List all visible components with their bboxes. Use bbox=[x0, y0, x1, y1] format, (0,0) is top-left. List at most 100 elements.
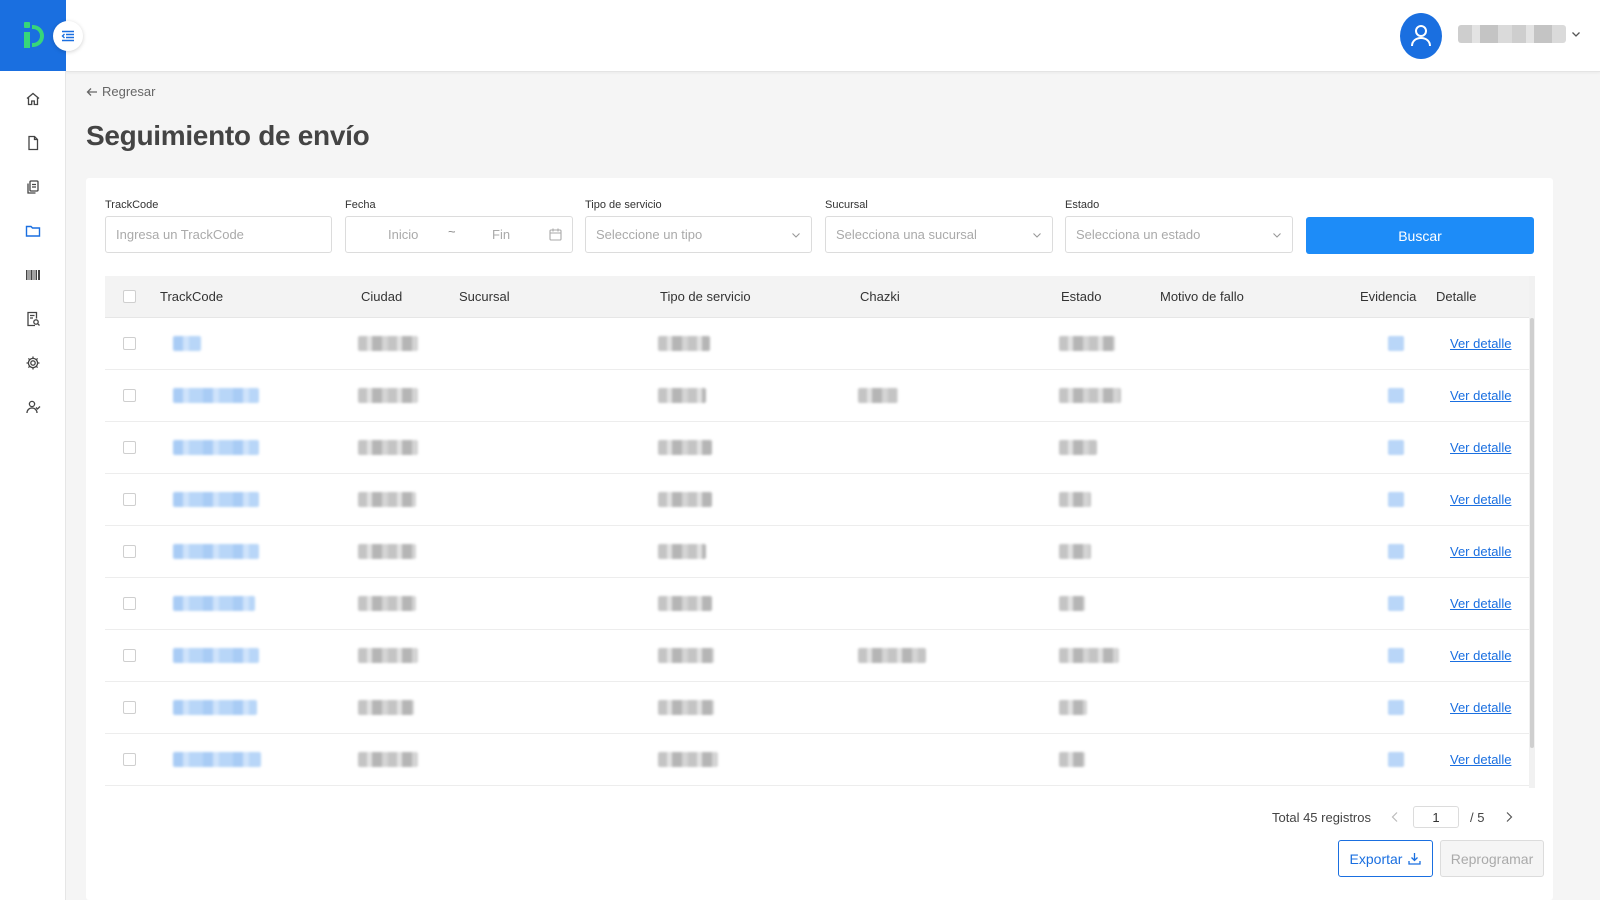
table-row[interactable]: Ver detalle bbox=[105, 422, 1533, 474]
chevron-right-icon[interactable] bbox=[1504, 811, 1514, 823]
evidence-thumbnail-redacted[interactable] bbox=[1388, 492, 1404, 507]
filter-fecha: Fecha Inicio ~ Fin bbox=[345, 198, 573, 253]
date-end-placeholder[interactable]: Fin bbox=[492, 227, 510, 242]
shipment-tracking-card: TrackCode Fecha Inicio ~ Fin Tipo de ser… bbox=[86, 178, 1553, 900]
table-row[interactable]: Ver detalle bbox=[105, 474, 1533, 526]
collapse-sidebar-button[interactable] bbox=[53, 21, 83, 51]
evidence-thumbnail-redacted[interactable] bbox=[1388, 752, 1404, 767]
trackcode-link-redacted[interactable] bbox=[173, 752, 261, 767]
sucursal-label: Sucursal bbox=[825, 199, 868, 211]
tipo-servicio-cell-redacted bbox=[658, 752, 718, 767]
row-checkbox[interactable] bbox=[123, 337, 136, 350]
date-start-placeholder[interactable]: Inicio bbox=[388, 227, 418, 242]
ciudad-cell-redacted bbox=[358, 648, 418, 663]
view-detail-link[interactable]: Ver detalle bbox=[1450, 544, 1511, 559]
evidence-thumbnail-redacted[interactable] bbox=[1388, 648, 1404, 663]
ciudad-cell-redacted bbox=[358, 440, 418, 455]
trackcode-input[interactable] bbox=[116, 227, 321, 242]
sidebar bbox=[0, 0, 66, 900]
folder-icon bbox=[25, 225, 40, 237]
estado-cell-redacted bbox=[1059, 492, 1091, 507]
trackcode-link-redacted[interactable] bbox=[173, 544, 259, 559]
filter-estado: Estado Selecciona un estado bbox=[1065, 198, 1293, 253]
view-detail-link[interactable]: Ver detalle bbox=[1450, 440, 1511, 455]
ciudad-cell-redacted bbox=[358, 752, 418, 767]
table-row[interactable]: Ver detalle bbox=[105, 318, 1533, 370]
view-detail-link[interactable]: Ver detalle bbox=[1450, 336, 1511, 351]
table-row[interactable]: Ver detalle bbox=[105, 526, 1533, 578]
view-detail-link[interactable]: Ver detalle bbox=[1450, 492, 1511, 507]
estado-cell-redacted bbox=[1059, 336, 1115, 351]
back-link[interactable]: Regresar bbox=[86, 84, 155, 99]
view-detail-link[interactable]: Ver detalle bbox=[1450, 752, 1511, 767]
table-scrollbar[interactable] bbox=[1529, 276, 1535, 788]
export-button[interactable]: Exportar bbox=[1338, 840, 1433, 877]
ciudad-cell-redacted bbox=[358, 388, 418, 403]
sidebar-item-folder[interactable] bbox=[0, 209, 65, 253]
sidebar-item-settings[interactable] bbox=[0, 341, 65, 385]
row-checkbox[interactable] bbox=[123, 493, 136, 506]
date-range-picker[interactable]: Inicio ~ Fin bbox=[345, 216, 573, 253]
search-button[interactable]: Buscar bbox=[1306, 217, 1534, 254]
estado-select[interactable]: Selecciona un estado bbox=[1065, 216, 1293, 253]
row-checkbox[interactable] bbox=[123, 649, 136, 662]
evidence-thumbnail-redacted[interactable] bbox=[1388, 440, 1404, 455]
sidebar-nav bbox=[0, 71, 65, 429]
row-checkbox[interactable] bbox=[123, 753, 136, 766]
page-number-input[interactable] bbox=[1413, 806, 1459, 828]
sucursal-select[interactable]: Selecciona una sucursal bbox=[825, 216, 1053, 253]
estado-cell-redacted bbox=[1059, 648, 1119, 663]
row-checkbox[interactable] bbox=[123, 389, 136, 402]
trackcode-link-redacted[interactable] bbox=[173, 596, 255, 611]
trackcode-link-redacted[interactable] bbox=[173, 648, 259, 663]
evidence-thumbnail-redacted[interactable] bbox=[1388, 544, 1404, 559]
view-detail-link[interactable]: Ver detalle bbox=[1450, 648, 1511, 663]
trackcode-link-redacted[interactable] bbox=[173, 440, 259, 455]
chevron-left-icon[interactable] bbox=[1390, 811, 1400, 823]
tipo-servicio-cell-redacted bbox=[658, 440, 712, 455]
ciudad-cell-redacted bbox=[358, 492, 416, 507]
trackcode-link-redacted[interactable] bbox=[173, 700, 257, 715]
sidebar-item-copies[interactable] bbox=[0, 165, 65, 209]
trackcode-link-redacted[interactable] bbox=[173, 388, 259, 403]
column-header-sucursal: Sucursal bbox=[459, 289, 510, 304]
trackcode-link-redacted[interactable] bbox=[173, 336, 201, 351]
trackcode-field bbox=[105, 216, 332, 253]
row-checkbox[interactable] bbox=[123, 441, 136, 454]
sidebar-item-barcode[interactable] bbox=[0, 253, 65, 297]
sidebar-item-report-search[interactable] bbox=[0, 297, 65, 341]
sidebar-item-documents[interactable] bbox=[0, 121, 65, 165]
table-row[interactable]: Ver detalle bbox=[105, 734, 1533, 786]
evidence-thumbnail-redacted[interactable] bbox=[1388, 596, 1404, 611]
scrollbar-thumb[interactable] bbox=[1530, 318, 1534, 748]
row-checkbox[interactable] bbox=[123, 597, 136, 610]
table-row[interactable]: Ver detalle bbox=[105, 682, 1533, 734]
table-row[interactable]: Ver detalle bbox=[105, 578, 1533, 630]
column-header-trackcode: TrackCode bbox=[160, 289, 224, 304]
evidence-thumbnail-redacted[interactable] bbox=[1388, 336, 1404, 351]
column-header-motivo-fallo: Motivo de fallo bbox=[1160, 289, 1244, 304]
chevron-down-icon[interactable] bbox=[1570, 28, 1582, 40]
sidebar-item-users[interactable] bbox=[0, 385, 65, 429]
table-row[interactable]: Ver detalle bbox=[105, 370, 1533, 422]
user-avatar[interactable] bbox=[1400, 13, 1442, 59]
evidence-thumbnail-redacted[interactable] bbox=[1388, 700, 1404, 715]
table-row[interactable]: Ver detalle bbox=[105, 630, 1533, 682]
user-name-redacted[interactable] bbox=[1458, 25, 1566, 43]
trackcode-link-redacted[interactable] bbox=[173, 492, 259, 507]
row-checkbox[interactable] bbox=[123, 701, 136, 714]
evidence-thumbnail-redacted[interactable] bbox=[1388, 388, 1404, 403]
view-detail-link[interactable]: Ver detalle bbox=[1450, 700, 1511, 715]
estado-cell-redacted bbox=[1059, 440, 1097, 455]
estado-placeholder: Selecciona un estado bbox=[1076, 227, 1201, 242]
chazki-cell-redacted bbox=[858, 648, 926, 663]
sidebar-item-home[interactable] bbox=[0, 77, 65, 121]
barcode-icon bbox=[25, 270, 40, 280]
tipo-servicio-select[interactable]: Seleccione un tipo bbox=[585, 216, 812, 253]
view-detail-link[interactable]: Ver detalle bbox=[1450, 596, 1511, 611]
ciudad-cell-redacted bbox=[358, 596, 416, 611]
view-detail-link[interactable]: Ver detalle bbox=[1450, 388, 1511, 403]
home-icon bbox=[26, 92, 39, 106]
select-all-checkbox[interactable] bbox=[123, 290, 136, 303]
row-checkbox[interactable] bbox=[123, 545, 136, 558]
